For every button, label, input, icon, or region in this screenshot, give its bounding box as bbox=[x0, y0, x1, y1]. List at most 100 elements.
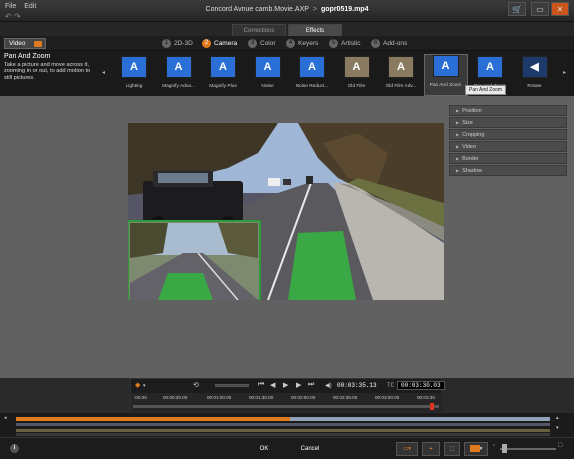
effect-thumbnail-icon: A bbox=[432, 55, 459, 77]
tab-corrections[interactable]: Corrections bbox=[232, 24, 286, 36]
go-to-start-icon[interactable]: ⏮ bbox=[258, 381, 264, 389]
timeline-track-overlay[interactable] bbox=[16, 423, 550, 426]
expand-icon: ▶ bbox=[456, 108, 460, 113]
effect-categories: Video 1 2D-3D 2 Camera 3 Color 4 Keyers 5 Art… bbox=[0, 36, 574, 51]
effect-thumbnail-icon: A bbox=[254, 56, 281, 78]
preview-frame-image bbox=[128, 123, 444, 300]
info-icon[interactable]: i bbox=[10, 444, 19, 453]
timeline-scroll-left-icon[interactable]: ◂ bbox=[4, 415, 7, 421]
ruler-tick: 00:03:00.00 bbox=[375, 395, 400, 400]
setting-position[interactable]: ▶ Position bbox=[449, 105, 567, 116]
zoom-in-icon[interactable]: □ bbox=[558, 442, 562, 449]
safe-area-icon[interactable]: ▭▾ bbox=[396, 442, 418, 456]
zoom-slider-handle[interactable] bbox=[502, 444, 507, 453]
play-icon[interactable]: ▶ bbox=[283, 381, 288, 389]
ruler-tick: 00:02:30.00 bbox=[333, 395, 358, 400]
category-2d-3d[interactable]: 1 2D-3D bbox=[162, 38, 193, 49]
project-name: Concord Avnue camb.Movie.AXP bbox=[205, 6, 309, 13]
effect-tile-label: Rotate bbox=[527, 84, 542, 89]
effect-description: Pan And Zoom Take a picture and move acr… bbox=[4, 53, 96, 81]
ruler-tick: 00:00:30.00 bbox=[163, 395, 188, 400]
effect-tile[interactable]: A Noise bbox=[246, 56, 290, 96]
setting-video[interactable]: ▶ Video bbox=[449, 141, 567, 152]
ruler-tick: 00:02:00.00 bbox=[291, 395, 316, 400]
volume-icon[interactable]: ◀) bbox=[325, 382, 332, 389]
step-back-icon[interactable]: ◀ bbox=[270, 381, 275, 389]
timecode-field[interactable]: 00:03:30.03 bbox=[397, 381, 445, 390]
effect-thumbnail-icon: A bbox=[165, 56, 192, 78]
loop-icon[interactable]: ⟲ bbox=[193, 381, 199, 389]
title-bar: File Edit ↶ ↷ Concord Avnue camb.Movie.A… bbox=[0, 0, 574, 22]
ok-button[interactable]: OK bbox=[246, 442, 282, 456]
category-color[interactable]: 3 Color bbox=[248, 38, 276, 49]
scroll-left-icon[interactable]: ◂ bbox=[102, 69, 105, 76]
expand-icon: ▶ bbox=[456, 132, 460, 137]
category-label: Add-ons bbox=[383, 40, 408, 47]
effect-thumbnail-icon: A bbox=[343, 56, 370, 78]
effect-tile-label: Lighting bbox=[125, 84, 143, 89]
category-keyers[interactable]: 4 Keyers bbox=[286, 38, 318, 49]
category-add-ons[interactable]: 6 Add-ons bbox=[371, 38, 407, 49]
step-forward-icon[interactable]: ▶ bbox=[296, 381, 301, 389]
setting-cropping[interactable]: ▶ Cropping bbox=[449, 129, 567, 140]
category-label: Keyers bbox=[298, 40, 319, 47]
effect-tile-label: Old Film bbox=[347, 84, 366, 89]
setting-size[interactable]: ▶ Size bbox=[449, 117, 567, 128]
ruler-tick: 00:03:30 bbox=[417, 395, 435, 400]
zoom-out-icon[interactable]: ▫ bbox=[493, 443, 495, 449]
effect-tile[interactable]: A Pan And Zoom bbox=[423, 54, 468, 96]
setting-label: Border bbox=[462, 156, 479, 162]
fullscreen-icon[interactable]: ⬚ bbox=[444, 442, 460, 456]
redo-icon[interactable]: ↷ bbox=[14, 12, 21, 21]
effect-tile[interactable]: A Noise Reduct... bbox=[290, 56, 334, 96]
effect-tile-label: Pan And Zoom bbox=[429, 83, 462, 88]
effect-tile[interactable]: A Magnify Plus bbox=[201, 56, 245, 96]
transport-controls: ◆ ▾ ⟲ ⏮ ◀ ▶ ▶ ⏭ ◀) 00:03:35.13 TC 00:03:… bbox=[130, 378, 445, 412]
timeline-scroll-down-icon[interactable]: ▾ bbox=[556, 425, 559, 431]
timeline-scrollbar[interactable] bbox=[16, 433, 550, 436]
timeline-scroll-up-icon[interactable]: ▴ bbox=[556, 415, 559, 421]
file-name: gopr0519.mp4 bbox=[321, 6, 369, 13]
timeline-track-clip[interactable] bbox=[290, 417, 550, 421]
scroll-right-icon[interactable]: ▸ bbox=[563, 69, 566, 76]
time-ruler[interactable]: :00.00 00:00:30.00 00:01:00.00 00:01:30.… bbox=[131, 393, 443, 412]
setting-border[interactable]: ▶ Border bbox=[449, 153, 567, 164]
zoom-slider[interactable] bbox=[500, 448, 556, 450]
effect-thumbnail-icon: A bbox=[210, 56, 236, 78]
marker-icon[interactable]: ◆ bbox=[135, 381, 140, 389]
timeline-track-audio[interactable] bbox=[16, 429, 550, 432]
setting-label: Cropping bbox=[462, 132, 485, 138]
go-to-end-icon[interactable]: ⏭ bbox=[308, 381, 314, 389]
window-title: Concord Avnue camb.Movie.AXP > gopr0519.mp… bbox=[0, 6, 574, 13]
scrub-bar[interactable] bbox=[133, 405, 439, 408]
cart-icon[interactable]: 🛒 bbox=[508, 2, 526, 16]
close-button[interactable]: ✕ bbox=[551, 2, 569, 16]
category-number: 2 bbox=[202, 38, 211, 48]
effect-tile[interactable]: A Magnify Adva... bbox=[157, 56, 201, 96]
effect-description-text: Take a picture and move across it, zoomi… bbox=[4, 61, 91, 81]
maximize-button[interactable]: ▭ bbox=[531, 2, 549, 16]
video-preview[interactable] bbox=[128, 123, 444, 300]
color-swatch-dropdown[interactable]: ▾ bbox=[464, 442, 488, 456]
expand-icon: ▶ bbox=[456, 144, 460, 149]
tc-label: TC bbox=[387, 382, 395, 389]
effect-tile[interactable]: ◀ Rotate bbox=[513, 56, 557, 96]
ruler-tick: :00.00 bbox=[134, 395, 147, 400]
category-camera[interactable]: 2 Camera bbox=[202, 38, 237, 49]
undo-icon[interactable]: ↶ bbox=[5, 12, 12, 21]
video-tab[interactable]: Video bbox=[4, 38, 46, 49]
setting-shadow[interactable]: ▶ Shadow bbox=[449, 165, 567, 176]
effect-tile-label: Noise Reduct... bbox=[295, 84, 329, 89]
category-artistic[interactable]: 5 Artistic bbox=[329, 38, 361, 49]
bottom-bar: i OK Cancel ▭▾ ⌖ ⬚ ▾ ▫ □ bbox=[0, 437, 574, 459]
effect-tile[interactable]: A Lighting bbox=[112, 56, 156, 96]
video-tab-label: Video bbox=[9, 40, 26, 47]
tab-effects[interactable]: Effects bbox=[288, 24, 342, 36]
playhead[interactable] bbox=[430, 403, 434, 410]
shuttle-slider[interactable] bbox=[215, 384, 249, 387]
marker-dropdown-icon[interactable]: ▾ bbox=[143, 383, 146, 389]
cancel-button[interactable]: Cancel bbox=[288, 442, 332, 456]
crosshair-icon[interactable]: ⌖ bbox=[422, 442, 440, 456]
effect-tile[interactable]: A Old Film bbox=[335, 56, 379, 96]
effect-tile[interactable]: A Old Film Adv... bbox=[379, 56, 423, 96]
